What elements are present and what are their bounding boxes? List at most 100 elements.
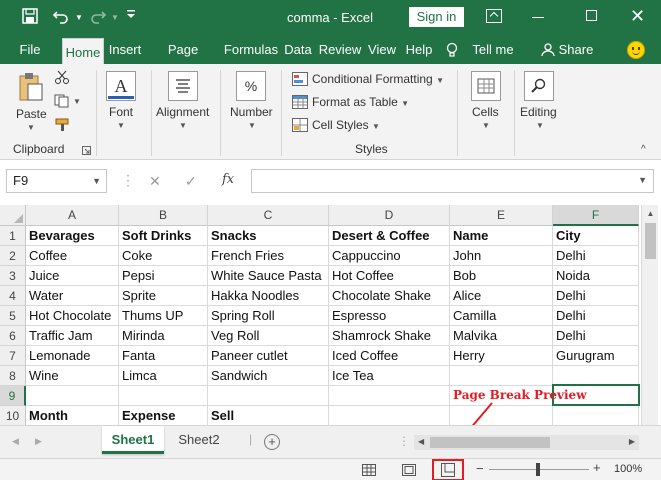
tab-data[interactable]: Data	[283, 36, 313, 64]
row-header[interactable]: 9	[0, 386, 26, 406]
row-header[interactable]: 7	[0, 346, 26, 366]
table-cell[interactable]: Snacks	[208, 226, 329, 246]
save-icon[interactable]	[20, 8, 40, 28]
tab-help[interactable]: Help	[402, 36, 436, 64]
select-all-button[interactable]	[0, 205, 26, 226]
share-person-icon[interactable]	[540, 36, 556, 64]
insert-function-button[interactable]: fx	[222, 172, 234, 187]
table-cell[interactable]	[208, 386, 329, 406]
paste-label[interactable]: Paste	[16, 107, 47, 121]
zoom-slider-thumb[interactable]	[536, 463, 540, 476]
table-cell[interactable]: Paneer cutlet	[208, 346, 329, 366]
table-cell[interactable]: Sell	[208, 406, 329, 425]
alignment-dropdown-icon[interactable]: ▼	[179, 121, 187, 130]
expand-formula-icon[interactable]: ▼	[638, 175, 647, 185]
table-cell[interactable]: Espresso	[329, 306, 450, 326]
paste-dropdown-icon[interactable]: ▼	[27, 123, 35, 132]
table-cell[interactable]: Delhi	[553, 326, 639, 346]
tab-formulas[interactable]: Formulas	[223, 36, 279, 64]
row-header[interactable]: 2	[0, 246, 26, 266]
table-cell[interactable]: Camilla	[450, 306, 553, 326]
cells-dropdown-icon[interactable]: ▼	[482, 121, 490, 130]
tab-insert[interactable]: Insert	[106, 36, 144, 64]
minimize-icon[interactable]	[532, 17, 544, 18]
sheet-tab-sheet2[interactable]: Sheet2	[168, 426, 230, 454]
collapse-ribbon-icon[interactable]: ^	[641, 144, 646, 155]
column-header-c[interactable]: C	[208, 205, 329, 226]
table-cell[interactable]: Bevarages	[26, 226, 119, 246]
row-header[interactable]: 1	[0, 226, 26, 246]
table-cell[interactable]: Lemonade	[26, 346, 119, 366]
table-cell[interactable]: Delhi	[553, 246, 639, 266]
table-cell[interactable]: Pepsi	[119, 266, 208, 286]
cell-styles-button[interactable]: Cell Styles ▼	[312, 118, 380, 132]
table-cell[interactable]: Month	[26, 406, 119, 425]
alignment-icon[interactable]	[168, 71, 198, 101]
horizontal-scroll-thumb[interactable]	[430, 437, 550, 448]
scroll-right-icon[interactable]: ▶	[629, 437, 635, 446]
row-header[interactable]: 3	[0, 266, 26, 286]
table-cell[interactable]	[450, 366, 553, 386]
tab-split-grip-icon[interactable]: ⋮	[398, 434, 410, 448]
customize-toolbar-icon[interactable]	[121, 8, 141, 28]
scroll-up-icon[interactable]: ▲	[642, 205, 659, 222]
sheet-tab-sheet1[interactable]: Sheet1	[102, 426, 164, 454]
cells-group-button[interactable]: Cells	[472, 105, 499, 119]
name-box-dropdown-icon[interactable]: ▼	[92, 170, 101, 192]
table-cell[interactable]: Coffee	[26, 246, 119, 266]
zoom-level[interactable]: 100%	[614, 463, 642, 475]
table-cell[interactable]: Veg Roll	[208, 326, 329, 346]
table-cell[interactable]: Iced Coffee	[329, 346, 450, 366]
undo-icon[interactable]	[51, 8, 71, 28]
table-cell[interactable]: Cappuccino	[329, 246, 450, 266]
table-cell[interactable]	[26, 386, 119, 406]
table-cell[interactable]: Coke	[119, 246, 208, 266]
add-sheet-icon[interactable]: +	[264, 434, 280, 450]
table-cell[interactable]: Delhi	[553, 306, 639, 326]
undo-dropdown-icon[interactable]: ▼	[69, 8, 89, 28]
tab-view[interactable]: View	[366, 36, 398, 64]
lightbulb-icon[interactable]	[442, 36, 462, 64]
table-cell[interactable]: Herry	[450, 346, 553, 366]
table-cell[interactable]: Shamrock Shake	[329, 326, 450, 346]
smiley-feedback-icon[interactable]	[627, 41, 645, 59]
sign-in-button[interactable]: Sign in	[409, 7, 464, 27]
format-painter-icon[interactable]	[55, 118, 71, 135]
table-cell[interactable]: Thums UP	[119, 306, 208, 326]
table-cell[interactable]	[553, 406, 639, 425]
table-cell[interactable]: Alice	[450, 286, 553, 306]
table-cell[interactable]	[329, 386, 450, 406]
percent-icon[interactable]: %	[236, 71, 266, 101]
number-group-button[interactable]: Number	[230, 105, 273, 119]
table-cell[interactable]: City	[553, 226, 639, 246]
font-group-button[interactable]: Font	[109, 105, 133, 119]
maximize-icon[interactable]	[586, 10, 597, 21]
table-cell[interactable]: Wine	[26, 366, 119, 386]
column-header-e[interactable]: E	[450, 205, 553, 226]
format-as-table-button[interactable]: Format as Table ▼	[312, 95, 409, 109]
row-header[interactable]: 10	[0, 406, 26, 425]
horizontal-scrollbar[interactable]: ◀ ▶	[414, 435, 639, 450]
table-cell[interactable]: Gurugram	[553, 346, 639, 366]
normal-view-icon[interactable]	[354, 461, 384, 479]
cut-icon[interactable]	[55, 70, 69, 87]
font-dropdown-icon[interactable]: ▼	[117, 121, 125, 130]
table-cell[interactable]: Malvika	[450, 326, 553, 346]
share-button[interactable]: Share	[558, 36, 594, 64]
vertical-scroll-thumb[interactable]	[645, 223, 656, 259]
table-cell[interactable]: Sprite	[119, 286, 208, 306]
tell-me-search[interactable]: Tell me	[468, 36, 518, 64]
clipboard-launcher-icon[interactable]	[82, 144, 91, 158]
tab-review[interactable]: Review	[317, 36, 363, 64]
previous-sheet-icon[interactable]: ◀	[12, 436, 19, 447]
column-header-d[interactable]: D	[329, 205, 450, 226]
table-cell[interactable]: Spring Roll	[208, 306, 329, 326]
next-sheet-icon[interactable]: ▶	[35, 436, 42, 447]
editing-group-button[interactable]: Editing	[520, 105, 557, 119]
table-cell[interactable]: Chocolate Shake	[329, 286, 450, 306]
table-cell[interactable]: Name	[450, 226, 553, 246]
table-cell[interactable]: Bob	[450, 266, 553, 286]
table-cell[interactable]: Hot Coffee	[329, 266, 450, 286]
close-icon[interactable]: ✕	[630, 6, 645, 26]
column-header-b[interactable]: B	[119, 205, 208, 226]
